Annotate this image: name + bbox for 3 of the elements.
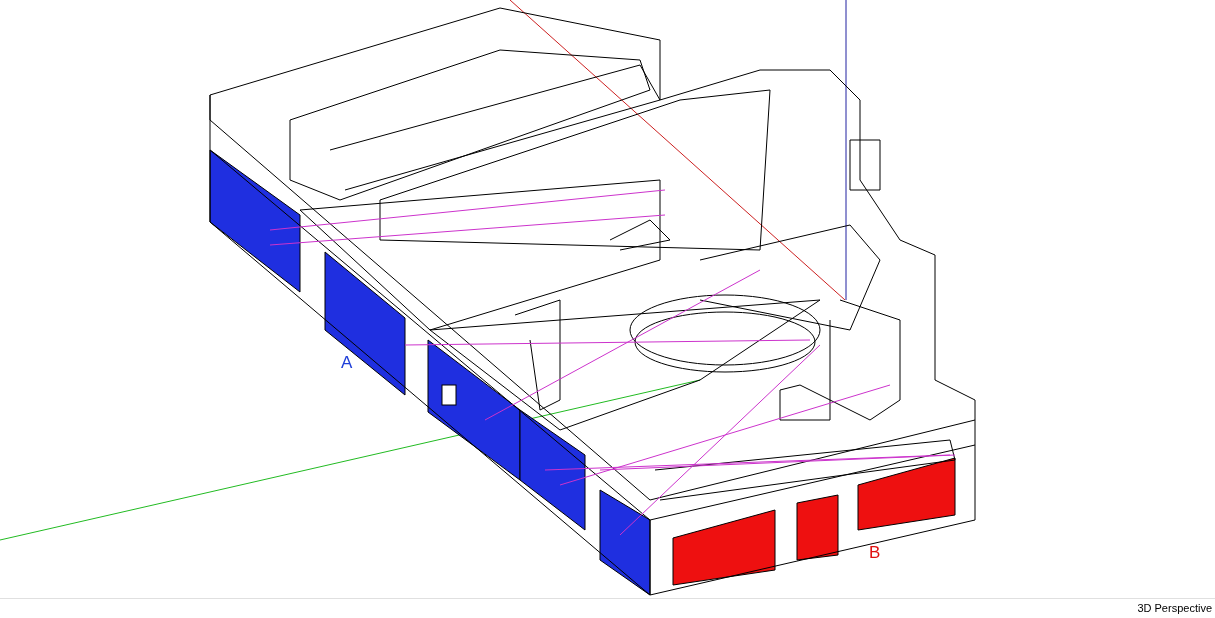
label-text: A — [341, 352, 353, 374]
label-text: B — [869, 542, 881, 564]
view-name-text: 3D Perspective — [1137, 601, 1212, 617]
